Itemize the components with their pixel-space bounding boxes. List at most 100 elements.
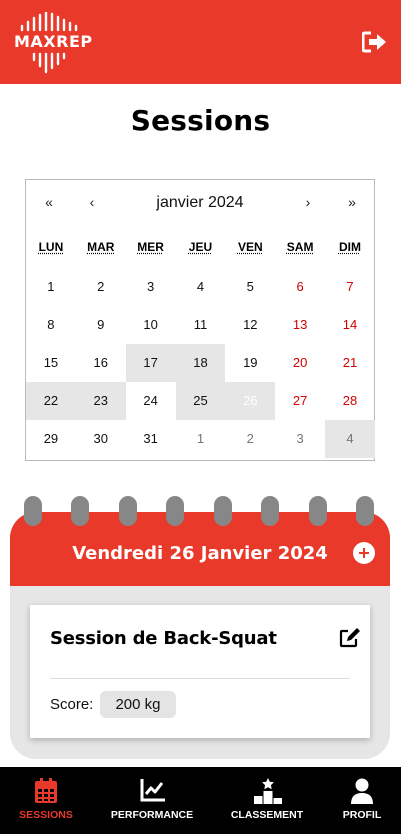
calendar-week: 1234567 <box>26 268 375 306</box>
weekday-header: VEN <box>225 238 275 268</box>
calendar-day[interactable]: 9 <box>76 306 126 344</box>
calendar-day[interactable]: 8 <box>26 306 76 344</box>
calendar-day[interactable]: 15 <box>26 344 76 382</box>
nav-classement[interactable]: CLASSEMENT <box>224 767 310 834</box>
calendar-day[interactable]: 22 <box>26 382 76 420</box>
calendar-day[interactable]: 27 <box>275 382 325 420</box>
add-session-button[interactable] <box>353 542 375 564</box>
logo-text: MAXREP <box>14 32 93 51</box>
calendar-week: 8 9 10 11 12 13 14 <box>26 306 375 344</box>
calendar-day[interactable]: 4 <box>325 420 375 458</box>
binder-ring <box>24 496 42 526</box>
weekday-header: SAM <box>275 238 325 268</box>
calendar-day[interactable]: 19 <box>225 344 275 382</box>
logout-icon <box>361 31 386 53</box>
calendar-day[interactable]: 2 <box>225 420 275 458</box>
binder-ring <box>71 496 89 526</box>
calendar-day[interactable]: 17 <box>125 344 176 382</box>
binder-ring <box>356 496 374 526</box>
user-icon <box>351 778 373 804</box>
weekday-label: LUN <box>38 240 64 254</box>
card-divider <box>50 678 350 679</box>
chart-line-icon <box>140 779 165 802</box>
calendar-day[interactable]: 25 <box>175 382 226 420</box>
weekday-row: LUN MAR MER JEU VEN SAM DIM <box>26 238 375 268</box>
next-year-button[interactable]: » <box>342 194 362 210</box>
nav-label-profil: PROFIL <box>342 809 382 821</box>
weekday-label: MAR <box>87 240 115 254</box>
calendar-week: 29 30 31 1 2 3 4 <box>26 420 375 458</box>
nav-profil[interactable]: PROFIL <box>334 767 390 834</box>
calendar-navigation: « ‹ janvier 2024 › » <box>26 180 374 226</box>
selected-day-title: Vendredi 26 Janvier 2024 <box>72 543 328 564</box>
calendar-day[interactable]: 14 <box>325 306 375 344</box>
next-month-button[interactable]: › <box>298 194 318 210</box>
weekday-label: DIM <box>338 240 361 254</box>
calendar-day[interactable]: 1 <box>26 268 76 306</box>
day-panel-header: Vendredi 26 Janvier 2024 <box>10 512 390 586</box>
weekday-header: MAR <box>76 238 126 268</box>
bottom-navigation: SESSIONS PERFORMANCE CLASSEMENT PROFIL <box>0 767 401 834</box>
calendar-day[interactable]: 23 <box>75 382 126 420</box>
month-calendar: « ‹ janvier 2024 › » LUN MAR MER JEU VEN SAM D… <box>25 179 375 461</box>
session-card[interactable]: Session de Back-Squat Score: 200 kg <box>30 605 370 738</box>
podium-icon <box>254 778 282 804</box>
nav-label-performance: PERFORMANCE <box>110 809 194 821</box>
calendar-day[interactable]: 31 <box>126 420 176 458</box>
calendar-day[interactable]: 7 <box>325 268 375 306</box>
calendar-day[interactable]: 28 <box>325 382 375 420</box>
nav-label-sessions: SESSIONS <box>19 809 73 821</box>
binder-ring <box>166 496 184 526</box>
weekday-label: SAM <box>286 240 314 254</box>
calendar-icon <box>35 778 57 803</box>
score-label: Score: <box>50 696 94 713</box>
prev-year-button[interactable]: « <box>39 194 59 210</box>
binder-ring <box>309 496 327 526</box>
weekday-label: JEU <box>188 240 213 254</box>
maxrep-logo[interactable]: MAXREP <box>14 12 93 74</box>
calendar-day[interactable]: 24 <box>126 382 176 420</box>
weekday-header: LUN <box>26 238 76 268</box>
nav-sessions[interactable]: SESSIONS <box>12 767 80 834</box>
score-value: 200 kg <box>100 691 176 718</box>
weekday-label: MER <box>137 240 164 254</box>
calendar-day[interactable]: 18 <box>175 344 226 382</box>
calendar-day[interactable]: 20 <box>275 344 325 382</box>
binder-ring <box>261 496 279 526</box>
calendar-weeks: 1 2 3 4 5 6 7 8 9 10 11 12 13 14 15 16 17 18 19 20 21 22 23 24 2… <box>26 268 375 458</box>
binder-ring <box>214 496 232 526</box>
calendar-day[interactable]: 10 <box>126 306 176 344</box>
calendar-day[interactable]: 3 <box>275 420 325 458</box>
calendar-day[interactable]: 21 <box>325 344 375 382</box>
nav-label-classement: CLASSEMENT <box>230 809 304 821</box>
calendar-day[interactable]: 6 <box>275 268 325 306</box>
calendar-day[interactable]: 16 <box>76 344 126 382</box>
calendar-day[interactable]: 5 <box>225 268 275 306</box>
page-title: Sessions <box>130 104 271 137</box>
edit-session-button[interactable] <box>339 626 361 648</box>
calendar-day[interactable]: 11 <box>176 306 226 344</box>
nav-performance[interactable]: PERFORMANCE <box>104 767 200 834</box>
calendar-day[interactable]: 2 <box>76 268 126 306</box>
calendar-grid: LUN MAR MER JEU VEN SAM DIM 1 2 3 4 5 6 7 8 9 10 11 12 13 1… <box>26 238 375 458</box>
edit-icon <box>339 628 360 648</box>
calendar-day[interactable]: 3 <box>126 268 176 306</box>
month-label[interactable]: janvier 2024 <box>126 194 274 212</box>
weekday-label: VEN <box>237 240 263 254</box>
binder-ring <box>119 496 137 526</box>
calendar-day-selected[interactable]: 26 <box>225 382 276 420</box>
weekday-header: DIM <box>325 238 375 268</box>
calendar-day[interactable]: 12 <box>225 306 275 344</box>
calendar-day[interactable]: 1 <box>176 420 226 458</box>
calendar-day[interactable]: 29 <box>26 420 76 458</box>
prev-month-button[interactable]: ‹ <box>82 194 102 210</box>
calendar-day[interactable]: 4 <box>176 268 226 306</box>
calendar-week: 15 16 17 18 19 20 21 <box>26 344 375 382</box>
logout-button[interactable] <box>361 30 388 54</box>
calendar-week: 22 23 24 25 26 27 28 <box>26 382 375 420</box>
app-header: MAXREP <box>0 0 401 84</box>
calendar-day[interactable]: 13 <box>275 306 325 344</box>
calendar-day[interactable]: 30 <box>76 420 126 458</box>
weekday-header: JEU <box>176 238 226 268</box>
weekday-header: MER <box>126 238 176 268</box>
